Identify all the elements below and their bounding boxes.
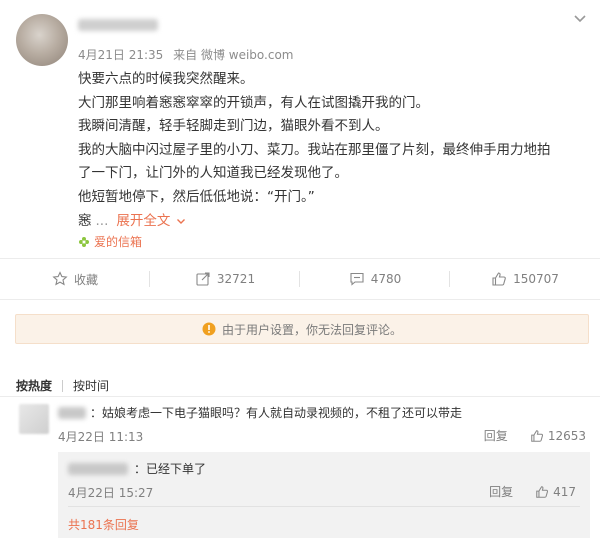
post-truncated-line: 窸 ... 展开全文: [78, 210, 588, 234]
author-name-blurred[interactable]: [78, 16, 178, 31]
post-line: 我的大脑中闪过屋子里的小刀、菜刀。我站在那里僵了片刻，最终伸手用力地拍: [78, 141, 551, 158]
like-count: 150707: [513, 272, 559, 286]
comment-reply-button[interactable]: 回复: [484, 427, 508, 444]
view-all-replies-link[interactable]: 共181条回复: [68, 516, 139, 533]
ellipsis: ...: [95, 212, 109, 229]
blurred-username[interactable]: [68, 462, 128, 475]
author-avatar[interactable]: [16, 14, 68, 66]
reply-reply-button[interactable]: 回复: [489, 483, 513, 500]
comment-content: ：姑娘考虑一下电子猫眼吗？有人就自动录视频的，不租了还可以带走: [58, 404, 462, 421]
post-line: 大门那里响着窸窸窣窣的开锁声，有人在试图撬开我的门。: [78, 94, 429, 111]
comment-button[interactable]: 4780: [300, 259, 450, 299]
comment-actions: 回复 12653: [484, 427, 586, 444]
reply-actions: 回复 417: [489, 483, 576, 500]
reply-date: 4月22日 15:27: [68, 486, 154, 500]
expand-label: 展开全文: [116, 212, 171, 229]
chevron-down-icon: [177, 219, 186, 225]
thumbs-up-icon[interactable]: [530, 429, 544, 443]
divider: [62, 379, 64, 392]
divider: [0, 299, 600, 300]
comment-like-count: 12653: [547, 428, 586, 443]
repost-count: 32721: [216, 272, 256, 286]
divider: [68, 506, 580, 507]
sort-by-hot-tab[interactable]: 按热度: [16, 377, 52, 394]
thumbs-up-icon: [492, 272, 506, 286]
reply-restricted-notice: 由于用户设置，你无法回复评论。: [15, 314, 589, 344]
flower-icon: [79, 236, 89, 247]
star-icon: [52, 271, 68, 286]
reply-content: ：已经下单了: [68, 460, 206, 477]
post-line: 快要六点的时候我突然醒来。: [78, 71, 254, 87]
repost-icon: [196, 272, 210, 286]
reply-like-count: 417: [553, 484, 576, 499]
post-source: 来自 微博 weibo.com: [173, 48, 294, 62]
notice-text: 由于用户设置，你无法回复评论。: [221, 322, 402, 337]
truncated-text: 窸: [78, 212, 92, 229]
comment-icon: [350, 272, 364, 286]
divider: [0, 396, 600, 397]
comment-count: 4780: [370, 272, 402, 286]
favorite-button[interactable]: 收藏: [0, 259, 150, 299]
post-action-bar: 收藏 32721 4780 150707: [0, 259, 600, 299]
post-line: 了一下门，让门外的人知道我已经发现他了。: [78, 165, 348, 182]
topic-tag-label: 爱的信箱: [94, 235, 143, 249]
comment-sort-bar: 按热度 按时间: [16, 377, 109, 394]
comment-date: 4月22日 11:13: [58, 430, 144, 444]
sort-by-time-tab[interactable]: 按时间: [73, 377, 109, 394]
post-line: 我瞬间清醒，轻手轻脚走到门边，猫眼外看不到人。: [78, 118, 389, 135]
favorite-label: 收藏: [73, 272, 98, 287]
expand-full-text-link[interactable]: 展开全文: [116, 210, 186, 234]
post-meta: 4月21日 21:35 来自 微博 weibo.com: [78, 46, 300, 63]
blurred-username[interactable]: [58, 406, 86, 419]
post-date[interactable]: 4月21日 21:35: [78, 48, 163, 62]
reply-text: ：已经下单了: [134, 462, 207, 476]
warning-icon: [202, 322, 216, 336]
reply-thread: ：已经下单了 4月22日 15:27 回复 417 共181条回复: [58, 452, 590, 538]
post-body: 快要六点的时候我突然醒来。 大门那里响着窸窸窣窣的开锁声，有人在试图撬开我的门。…: [78, 68, 588, 233]
like-button[interactable]: 150707: [450, 259, 600, 299]
repost-button[interactable]: 32721: [150, 259, 300, 299]
thumbs-up-icon[interactable]: [535, 485, 549, 499]
commenter-avatar[interactable]: [19, 404, 49, 434]
comment-text: ：姑娘考虑一下电子猫眼吗？有人就自动录视频的，不租了还可以带走: [90, 406, 463, 420]
post-line: 他短暂地停下，然后低低地说：“开门。”: [78, 188, 315, 205]
post-menu-chevron-icon[interactable]: [572, 10, 588, 26]
weibo-post-card: 4月21日 21:35 来自 微博 weibo.com 快要六点的时候我突然醒来…: [0, 0, 600, 258]
blurred-username: [78, 19, 158, 31]
topic-tag-link[interactable]: 爱的信箱: [78, 233, 142, 250]
